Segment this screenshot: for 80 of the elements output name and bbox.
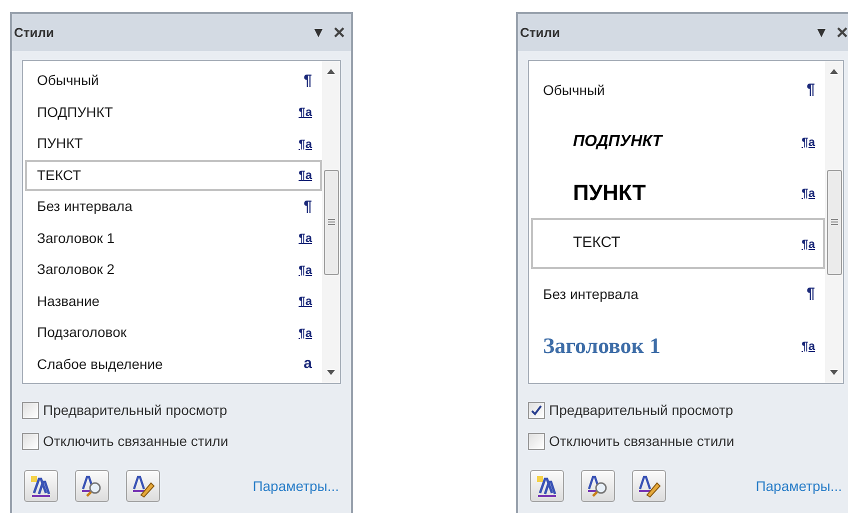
checkbox-label: Предварительный просмотр [549,401,734,420]
style-row[interactable]: ПУНКТ ¶a [531,167,825,218]
style-row[interactable]: ТЕКСТ ¶a [531,218,825,269]
scrollbar[interactable] [825,61,843,383]
style-type-mark: ¶ [806,80,815,100]
manage-styles-button[interactable] [126,470,160,502]
style-row[interactable]: Заголовок 2 ¶a [25,254,322,286]
style-name: Без интервала [36,197,132,216]
style-type-mark: ¶a [802,184,815,202]
scroll-thumb[interactable] [324,170,338,274]
style-type-mark: ¶ [304,196,312,216]
style-type-mark: ¶a [298,262,312,279]
pane-title: Стили [520,24,561,42]
new-style-button[interactable] [530,470,564,502]
style-row[interactable]: Заголовок 1 ¶a [25,222,322,254]
checkbox-label: Предварительный просмотр [43,401,228,420]
style-name: ТЕКСТ [572,233,620,254]
style-name: Заголовок 1 [542,332,660,360]
scroll-down-icon[interactable] [327,370,335,375]
pencil-icon [636,473,662,499]
style-name: Подзаголовок [36,323,126,342]
style-name: Заголовок 1 [36,228,114,248]
checkbox-label: Отключить связанные стили [43,432,228,451]
scroll-down-icon[interactable] [830,370,838,375]
checkbox[interactable] [22,402,39,419]
style-row[interactable]: ТЕКСТ ¶a [25,160,322,191]
new-style-button[interactable] [24,470,58,502]
style-type-mark: ¶ [806,284,815,304]
pane-title: Стили [14,24,55,42]
style-inspector-button[interactable] [75,470,109,502]
style-row[interactable]: ПУНКТ ¶a [25,128,322,160]
close-button[interactable]: × [333,22,345,42]
style-type-mark: ¶a [298,324,312,342]
dropdown-arrow[interactable]: ▼ [814,22,828,43]
style-name: Заголовок 2 [36,260,114,280]
style-name: ПОДПУНКТ [572,132,662,152]
style-type-mark: ¶a [802,338,815,354]
scroll-up-icon[interactable] [830,69,838,74]
style-name: Обычный [36,71,99,90]
style-name: ПОДПУНКТ [36,102,113,122]
style-type-mark: ¶a [298,136,312,153]
style-type-mark: ¶a [298,104,312,122]
style-type-mark: a [304,354,312,374]
style-name: ПУНКТ [36,134,83,154]
style-type-mark: ¶a [298,167,312,184]
style-row[interactable]: Подзаголовок ¶a [25,317,322,348]
style-row[interactable]: ПОДПУНКТ ¶a [531,116,825,167]
close-button[interactable]: × [836,22,848,42]
style-name: Без интервала [542,285,638,304]
checkbox[interactable] [528,402,545,419]
style-type-mark: ¶a [802,134,815,150]
options-link[interactable]: Параметры... [756,476,842,496]
style-row[interactable]: ПОДПУНКТ ¶a [25,96,322,128]
style-row[interactable]: Обычный ¶ [25,65,322,96]
style-row[interactable]: Слабое выделение a [25,348,322,380]
style-row[interactable]: Заголовок 1 ¶a [531,320,825,371]
style-row[interactable]: Без интервала ¶ [25,191,322,222]
style-row[interactable]: Название ¶a [25,286,322,317]
style-row[interactable]: Обычный ¶ [531,65,825,116]
style-type-mark: ¶a [802,236,815,252]
style-type-mark: ¶a [298,230,312,248]
options-link[interactable]: Параметры... [252,476,339,496]
checkbox-label: Отключить связанные стили [549,432,734,451]
scroll-up-icon[interactable] [327,69,335,74]
dropdown-arrow[interactable]: ▼ [311,22,326,43]
style-type-mark: ¶ [304,70,312,90]
scroll-thumb[interactable] [826,170,842,274]
checkbox[interactable] [22,433,39,450]
style-row[interactable]: Без интервала ¶ [531,269,825,320]
style-inspector-button[interactable] [581,470,615,502]
style-name: Название [36,292,100,311]
style-name: Слабое выделение [36,354,163,374]
style-type-mark: ¶a [298,293,312,310]
style-name: Обычный [542,81,605,100]
pencil-icon [130,473,156,499]
style-name: ПУНКТ [572,179,646,207]
style-name: ТЕКСТ [36,166,82,185]
manage-styles-button[interactable] [632,470,666,502]
scrollbar[interactable] [322,61,340,383]
checkbox[interactable] [528,433,545,450]
